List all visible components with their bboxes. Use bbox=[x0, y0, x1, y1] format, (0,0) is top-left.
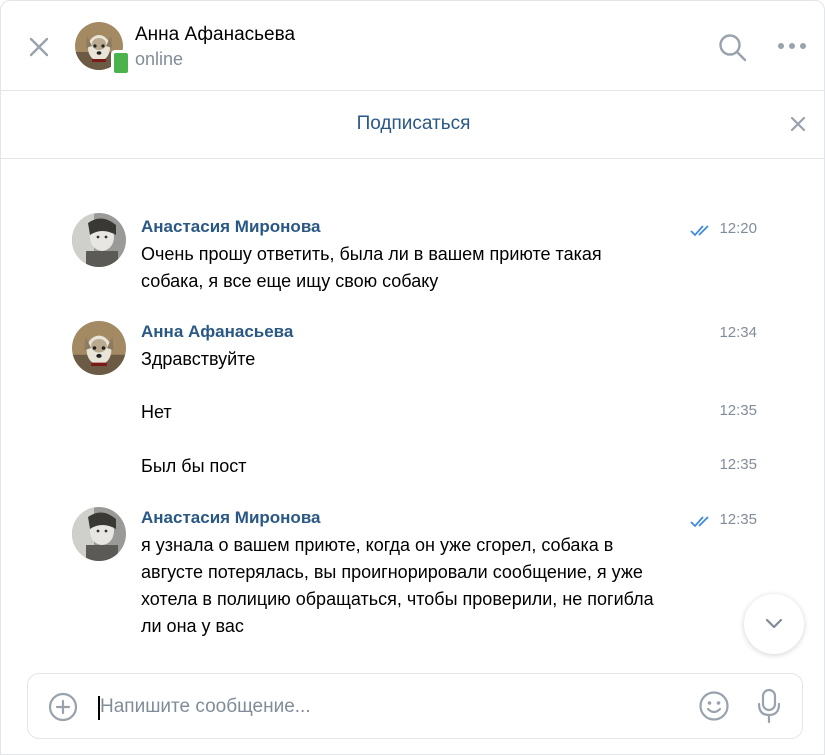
close-icon bbox=[790, 116, 806, 132]
message-text: Очень прошу ответить, была ли в вашем пр… bbox=[141, 244, 602, 291]
read-check-icon bbox=[690, 225, 709, 237]
message-history[interactable]: Анастасия Миронова 12:20 Очень прошу отв… bbox=[1, 159, 824, 669]
microphone-icon bbox=[757, 688, 781, 724]
more-icon bbox=[778, 43, 806, 49]
sender-avatar-image bbox=[72, 213, 126, 267]
emoji-button[interactable] bbox=[698, 690, 730, 722]
search-button[interactable] bbox=[715, 31, 749, 65]
chat-window: Анна Афанасьева online Подписаться Анаст… bbox=[0, 0, 825, 755]
dog-avatar-image bbox=[72, 321, 126, 375]
message-composer bbox=[27, 673, 803, 739]
message-input[interactable] bbox=[100, 690, 680, 724]
close-icon bbox=[29, 37, 49, 57]
message-time: 12:35 bbox=[719, 511, 757, 528]
header-avatar[interactable] bbox=[75, 22, 128, 73]
sender-avatar-image bbox=[72, 507, 126, 561]
read-check-icon bbox=[690, 516, 709, 528]
message-text: Здравствуйте bbox=[141, 349, 256, 369]
chevron-down-icon bbox=[765, 618, 783, 629]
message-author[interactable]: Анастасия Миронова bbox=[141, 217, 321, 237]
smile-icon bbox=[699, 691, 729, 721]
scroll-to-bottom-button[interactable] bbox=[744, 594, 804, 654]
message-author[interactable]: Анастасия Миронова bbox=[141, 508, 321, 528]
chat-header: Анна Афанасьева online bbox=[1, 1, 824, 91]
mobile-icon bbox=[111, 50, 128, 73]
search-icon bbox=[719, 34, 747, 62]
avatar[interactable] bbox=[72, 507, 126, 561]
more-options-button[interactable] bbox=[775, 34, 809, 58]
message-author[interactable]: Анна Афанасьева bbox=[141, 322, 293, 342]
avatar[interactable] bbox=[72, 213, 126, 267]
avatar[interactable] bbox=[72, 321, 126, 375]
close-chat-button[interactable] bbox=[23, 31, 55, 63]
message-time: 12:35 bbox=[719, 456, 757, 473]
message-text: я узнала о вашем приюте, когда он уже сг… bbox=[141, 535, 654, 636]
subscribe-bar-close-button[interactable] bbox=[785, 111, 811, 137]
message-text: Нет bbox=[141, 402, 172, 422]
message-text: Был бы пост bbox=[141, 456, 247, 476]
chat-title[interactable]: Анна Афанасьева bbox=[135, 24, 295, 46]
message-time: 12:35 bbox=[719, 402, 757, 419]
message-time: 12:20 bbox=[719, 220, 757, 237]
message-time: 12:34 bbox=[719, 324, 757, 341]
plus-circle-icon bbox=[48, 692, 78, 722]
subscribe-bar: Подписаться bbox=[1, 91, 824, 159]
subscribe-button[interactable]: Подписаться bbox=[1, 113, 824, 135]
voice-message-button[interactable] bbox=[756, 688, 782, 724]
attach-button[interactable] bbox=[48, 692, 78, 722]
online-status: online bbox=[135, 49, 184, 69]
